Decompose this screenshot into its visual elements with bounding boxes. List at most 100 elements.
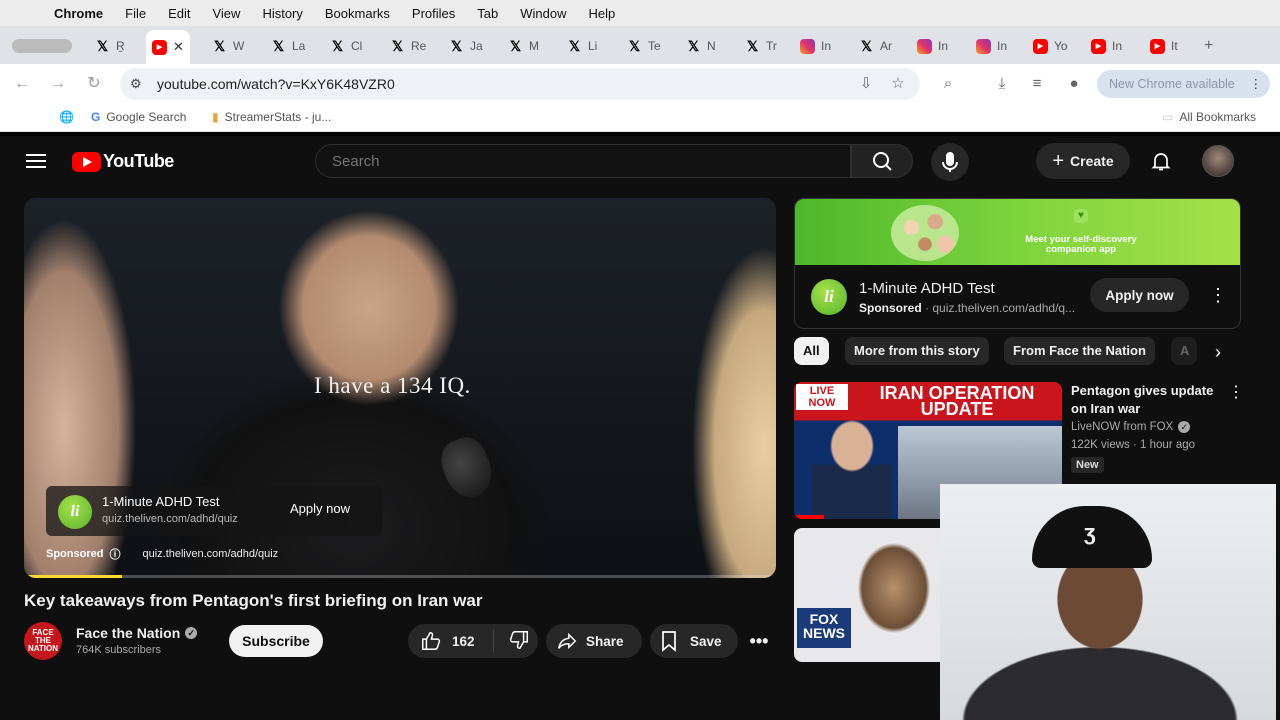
like-button[interactable]: 162: [408, 630, 494, 652]
site-info-icon[interactable]: ⚙: [130, 76, 146, 92]
search-input[interactable]: [316, 145, 850, 177]
sidebar-ad[interactable]: ♥ Meet your self-discovery companion app…: [794, 198, 1241, 329]
thumbnail-live-badge: LIVE NOW: [796, 384, 848, 410]
tab-label: Cl: [351, 39, 363, 53]
chip-from-face-the-nation[interactable]: From Face the Nation: [1004, 337, 1155, 365]
downloads-icon[interactable]: ⤓: [992, 74, 1012, 94]
search-button[interactable]: [851, 144, 913, 178]
more-vertical-icon[interactable]: ⋮: [1209, 285, 1227, 306]
menu-profiles[interactable]: Profiles: [412, 6, 455, 21]
tab-label: In: [1112, 39, 1123, 53]
tab[interactable]: In: [800, 34, 831, 58]
chevron-right-icon[interactable]: ›: [1205, 339, 1231, 365]
youtube-logo[interactable]: YouTube: [72, 151, 174, 172]
dislike-button[interactable]: [494, 629, 530, 654]
more-actions-icon[interactable]: •••: [740, 624, 778, 658]
save-button[interactable]: Save: [650, 624, 738, 658]
save-label: Save: [690, 633, 722, 649]
video-thumbnail[interactable]: FOX NEWS: [794, 528, 944, 662]
globe-icon[interactable]: 🌐: [59, 110, 74, 124]
tab-close-icon[interactable]: ✕: [173, 39, 184, 55]
tab[interactable]: 𝕏 Ṟ: [95, 34, 125, 58]
menu-window[interactable]: Window: [520, 6, 566, 21]
forward-icon[interactable]: →: [48, 74, 68, 94]
video-ad-apply-button[interactable]: Apply now: [290, 501, 350, 516]
tab[interactable]: ▶ In: [1091, 34, 1122, 58]
sponsored-label: Sponsored: [46, 548, 104, 560]
heart-icon: ♥: [1074, 209, 1088, 223]
tab[interactable]: 𝕏 La: [271, 34, 306, 58]
voice-search-button[interactable]: [931, 143, 969, 181]
menu-app-name[interactable]: Chrome: [54, 6, 103, 21]
sponsored-url[interactable]: quiz.theliven.com/adhd/quiz: [142, 548, 278, 560]
video-ad-card[interactable]: li 1-Minute ADHD Test quiz.theliven.com/…: [46, 486, 382, 536]
menu-history[interactable]: History: [262, 6, 302, 21]
tab[interactable]: 𝕏 Li: [567, 34, 597, 58]
menu-help[interactable]: Help: [589, 6, 616, 21]
bookmark-google-search[interactable]: G Google Search: [91, 110, 186, 124]
tab-group[interactable]: [12, 34, 78, 58]
chip-partial[interactable]: A: [1171, 337, 1197, 365]
tab[interactable]: 𝕏 Ar: [859, 34, 892, 58]
channel-avatar[interactable]: FACE THE NATION: [24, 622, 62, 660]
create-button[interactable]: + Create: [1036, 143, 1130, 179]
tab-strip: 𝕏 Ṟ ▶ ✕ 𝕏W 𝕏 La 𝕏 Cl 𝕏 Re 𝕏 Ja 𝕏M 𝕏 Li 𝕏 Te 𝕏N …: [0, 26, 1280, 64]
recommended-channel[interactable]: LiveNOW from FOX: [1071, 421, 1173, 433]
tab-label: Ja: [470, 39, 483, 53]
menu-bookmarks[interactable]: Bookmarks: [325, 6, 390, 21]
search-box[interactable]: [315, 144, 851, 178]
tab[interactable]: 𝕏 Ja: [449, 34, 483, 58]
menu-edit[interactable]: Edit: [168, 6, 190, 21]
all-bookmarks[interactable]: ▭ All Bookmarks: [1162, 110, 1256, 124]
menu-dots-icon[interactable]: ⋮: [1250, 70, 1263, 98]
tab-search-icon[interactable]: ⌕: [938, 74, 958, 94]
subscribe-button[interactable]: Subscribe: [229, 625, 323, 657]
video-ad-url: quiz.theliven.com/adhd/quiz: [102, 513, 238, 525]
profile-icon[interactable]: ●: [1064, 74, 1084, 94]
tab[interactable]: 𝕏N: [686, 34, 716, 58]
video-progress-bar[interactable]: [24, 575, 776, 578]
tab[interactable]: In: [976, 34, 1007, 58]
channel-name-row[interactable]: Face the Nation ✓: [76, 625, 198, 641]
reload-icon[interactable]: ↻: [84, 74, 104, 94]
share-button[interactable]: Share: [546, 624, 642, 658]
tab[interactable]: 𝕏M: [508, 34, 539, 58]
notifications-bell-icon[interactable]: [1149, 149, 1173, 173]
media-queue-icon[interactable]: ≡: [1027, 74, 1047, 94]
address-bar[interactable]: ⚙ youtube.com/watch?v=KxY6K48VZR0 ⇩ ☆: [120, 68, 920, 100]
fox-news-logo: FOX NEWS: [797, 608, 851, 648]
tab[interactable]: 𝕏 Cl: [330, 34, 362, 58]
recommended-video-title[interactable]: Pentagon gives update on Iran war: [1071, 382, 1221, 418]
back-icon[interactable]: ←: [12, 74, 32, 94]
tab[interactable]: 𝕏 Tr: [745, 34, 777, 58]
youtube-play-icon: [72, 151, 101, 172]
tab-active[interactable]: ▶ ✕: [146, 30, 190, 64]
sidebar-ad-apply-button[interactable]: Apply now: [1090, 278, 1189, 312]
tab[interactable]: ▶ It: [1150, 34, 1178, 58]
bookmark-streamerstats[interactable]: ▮ StreamerStats - ju...: [212, 110, 331, 124]
address-url[interactable]: youtube.com/watch?v=KxY6K48VZR0: [157, 76, 395, 92]
menu-view[interactable]: View: [212, 6, 240, 21]
youtube-icon: ▶: [1033, 38, 1048, 54]
tab[interactable]: ▶ Yo: [1033, 34, 1068, 58]
tab[interactable]: 𝕏 Te: [627, 34, 661, 58]
tab[interactable]: 𝕏 Re: [390, 34, 426, 58]
tab[interactable]: 𝕏W: [212, 34, 244, 58]
x-icon: 𝕏: [568, 37, 581, 54]
tab[interactable]: In: [917, 34, 948, 58]
install-app-icon[interactable]: ⇩: [856, 74, 876, 94]
info-icon[interactable]: ⓘ: [109, 546, 120, 562]
update-chrome-button[interactable]: New Chrome available ⋮: [1097, 70, 1270, 98]
channel-name[interactable]: Face the Nation: [76, 625, 180, 641]
bookmark-star-icon[interactable]: ☆: [888, 74, 908, 94]
chip-all[interactable]: All: [794, 337, 829, 365]
menu-file[interactable]: File: [125, 6, 146, 21]
chip-more-from-story[interactable]: More from this story: [845, 337, 989, 365]
new-tab-icon[interactable]: +: [1204, 34, 1213, 58]
more-vertical-icon[interactable]: ⋮: [1228, 382, 1244, 402]
account-avatar[interactable]: [1202, 145, 1234, 177]
share-label: Share: [586, 633, 624, 649]
video-player[interactable]: I have a 134 IQ. li 1-Minute ADHD Test q…: [24, 198, 776, 578]
menu-icon[interactable]: [26, 154, 46, 168]
menu-tab[interactable]: Tab: [477, 6, 498, 21]
